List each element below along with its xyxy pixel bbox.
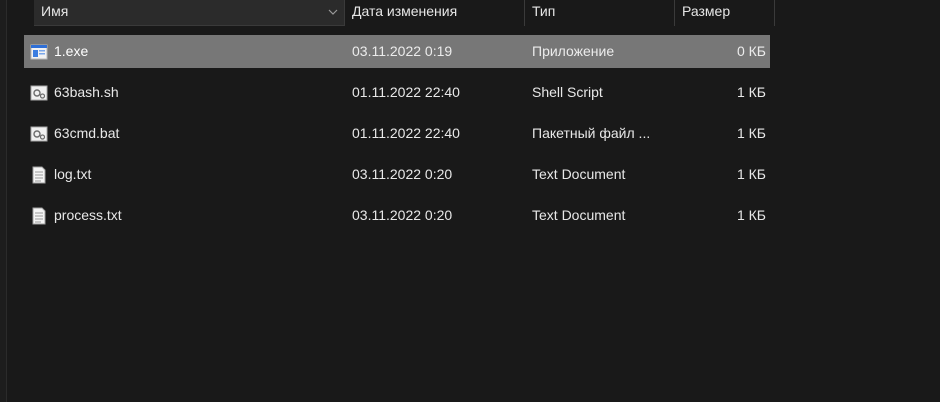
text-document-icon bbox=[32, 166, 46, 184]
file-date-modified: 03.11.2022 0:20 bbox=[352, 166, 453, 182]
batch-file-icon bbox=[30, 126, 48, 142]
column-header-name[interactable]: Имя bbox=[34, 0, 345, 26]
column-header-date-label: Дата изменения bbox=[352, 3, 458, 19]
text-document-icon bbox=[32, 207, 46, 225]
file-type: Text Document bbox=[532, 207, 626, 223]
file-row[interactable]: 1.exe 03.11.2022 0:19 Приложение 0 КБ bbox=[24, 35, 770, 68]
script-file-icon bbox=[30, 85, 48, 101]
file-name: process.txt bbox=[54, 207, 122, 223]
column-header-name-label: Имя bbox=[41, 3, 69, 19]
file-type: Shell Script bbox=[532, 84, 603, 100]
column-header-date-modified[interactable]: Дата изменения bbox=[345, 0, 525, 26]
column-header-bar: Имя Дата изменения Тип Размер bbox=[0, 0, 776, 26]
column-header-size-label: Размер bbox=[682, 3, 731, 19]
file-date-modified: 01.11.2022 22:40 bbox=[352, 125, 460, 141]
file-date-modified: 03.11.2022 0:19 bbox=[352, 43, 453, 59]
file-size: 1 КБ bbox=[736, 84, 766, 100]
file-date-modified: 03.11.2022 0:20 bbox=[352, 207, 453, 223]
file-name: 63bash.sh bbox=[54, 84, 119, 100]
file-size: 1 КБ bbox=[736, 166, 766, 182]
file-explorer-details-view: Имя Дата изменения Тип Размер 1.exe 03.1 bbox=[0, 0, 940, 402]
file-row[interactable]: 63cmd.bat 01.11.2022 22:40 Пакетный файл… bbox=[24, 117, 770, 150]
chevron-down-icon[interactable] bbox=[327, 6, 339, 18]
column-header-type[interactable]: Тип bbox=[525, 0, 675, 26]
application-icon bbox=[30, 44, 48, 60]
column-header-size[interactable]: Размер bbox=[675, 0, 775, 26]
file-date-modified: 01.11.2022 22:40 bbox=[352, 84, 460, 100]
file-row[interactable]: process.txt 03.11.2022 0:20 Text Documen… bbox=[24, 199, 770, 232]
file-name: 1.exe bbox=[54, 43, 89, 59]
file-list: 1.exe 03.11.2022 0:19 Приложение 0 КБ 63… bbox=[24, 35, 770, 240]
file-name: 63cmd.bat bbox=[54, 125, 120, 141]
file-row[interactable]: 63bash.sh 01.11.2022 22:40 Shell Script … bbox=[24, 76, 770, 109]
file-row[interactable]: log.txt 03.11.2022 0:20 Text Document 1 … bbox=[24, 158, 770, 191]
file-size: 1 КБ bbox=[736, 207, 766, 223]
navigation-pane-edge bbox=[0, 0, 7, 402]
file-size: 0 КБ bbox=[736, 43, 766, 59]
file-type: Приложение bbox=[532, 43, 615, 59]
file-size: 1 КБ bbox=[736, 125, 766, 141]
file-type: Пакетный файл ... bbox=[532, 125, 651, 141]
file-type: Text Document bbox=[532, 166, 626, 182]
column-header-type-label: Тип bbox=[532, 3, 556, 19]
file-name: log.txt bbox=[54, 166, 92, 182]
